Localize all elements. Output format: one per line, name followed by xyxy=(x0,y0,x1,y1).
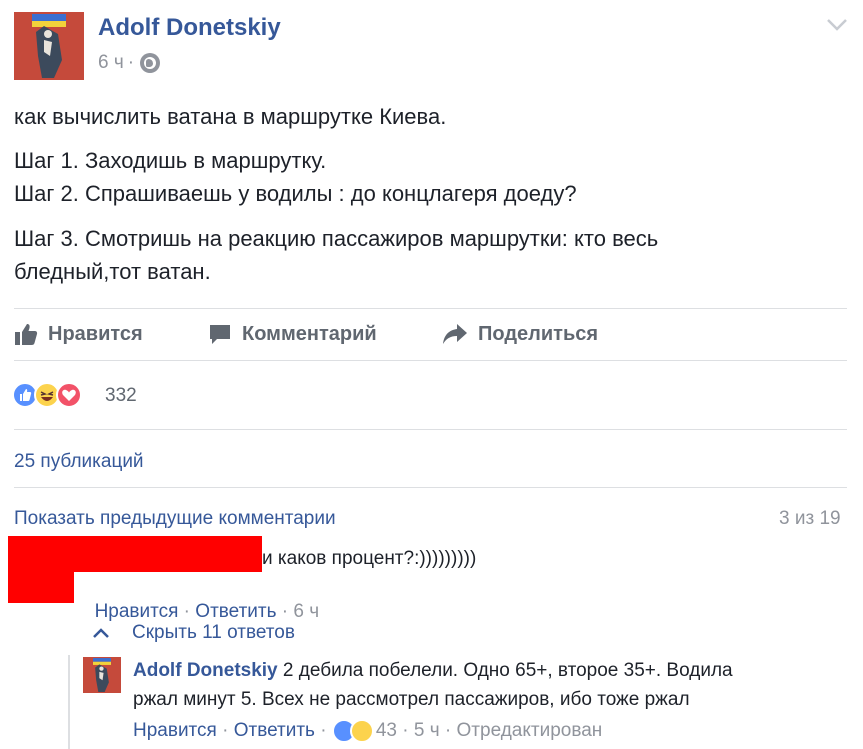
post-paragraph: Шаг 3. Смотришь на реакцию пассажиров ма… xyxy=(14,226,659,284)
divider xyxy=(14,487,847,488)
post-meta: 6 ч · xyxy=(98,52,161,74)
redacted-avatar xyxy=(8,536,74,603)
share-arrow-icon xyxy=(443,324,467,344)
author-avatar[interactable] xyxy=(14,12,84,80)
reply-author[interactable]: Adolf Donetskiy xyxy=(133,660,278,681)
like-label: Нравится xyxy=(48,322,143,345)
globe-icon xyxy=(140,53,161,73)
thumbs-up-icon xyxy=(15,324,38,345)
reply-actions: Нравится · Ответить · 43 · 5 ч · Отредак… xyxy=(133,719,603,749)
hide-replies-label: Скрыть 11 ответов xyxy=(132,622,295,643)
share-label: Поделиться xyxy=(478,322,599,345)
like-button[interactable]: Нравится xyxy=(14,318,143,350)
share-button[interactable]: Поделиться xyxy=(442,318,598,350)
comment-like-button[interactable]: Нравится xyxy=(95,601,179,622)
post-author[interactable]: Adolf Donetskiy xyxy=(98,14,281,42)
redacted-name xyxy=(74,536,262,572)
chevron-down-icon[interactable] xyxy=(826,18,848,32)
meta-separator: · xyxy=(127,52,135,73)
divider xyxy=(14,360,847,361)
reply-thread-line xyxy=(68,655,70,749)
comment-time[interactable]: 6 ч xyxy=(293,601,319,622)
reply-author-avatar[interactable] xyxy=(83,657,121,693)
chevron-up-icon xyxy=(93,628,109,638)
hide-replies-link[interactable]: Скрыть 11 ответов xyxy=(92,622,295,644)
show-previous-comments[interactable]: Показать предыдущие комментарии xyxy=(14,508,336,530)
love-reaction-icon xyxy=(56,382,82,408)
reply-time[interactable]: 5 ч xyxy=(414,720,440,742)
comment-actions: Нравится · Ответить · 6 ч xyxy=(94,601,320,622)
comment-reply-button[interactable]: Ответить xyxy=(195,601,276,622)
edited-label[interactable]: Отредактирован xyxy=(457,720,603,742)
reply-text-line2: ржал минут 5. Всех не рассмотрел пассажи… xyxy=(133,689,690,710)
reaction-count[interactable]: 332 xyxy=(105,385,137,407)
comment-button[interactable]: Комментарий xyxy=(208,318,377,350)
post-paragraph: Шаг 1. Заходишь в маршрутку. Шаг 2. Спра… xyxy=(14,148,577,206)
reply-text-line1: 2 дебила побелели. Одно 65+, второе 35+.… xyxy=(282,660,733,681)
comment-label: Комментарий xyxy=(242,322,377,345)
post-paragraph: как вычислить ватана в маршрутке Киева. xyxy=(14,104,447,129)
comments-counter: 3 из 19 xyxy=(779,508,841,529)
comment-text: и каков процент?:))))))))) xyxy=(262,548,477,569)
reply-like-button[interactable]: Нравится xyxy=(133,720,217,742)
divider xyxy=(14,308,847,309)
reply-reply-button[interactable]: Ответить xyxy=(234,720,315,742)
reply-reaction-count[interactable]: 43 xyxy=(376,720,397,742)
divider xyxy=(14,429,847,430)
shares-link[interactable]: 25 публикаций xyxy=(14,451,144,473)
reply-reactions[interactable] xyxy=(331,719,378,749)
speech-bubble-icon xyxy=(210,325,230,344)
reactions-summary[interactable] xyxy=(12,382,102,410)
haha-reaction-icon xyxy=(349,719,374,743)
reply-body: Adolf Donetskiy 2 дебила побелели. Одно … xyxy=(133,656,733,685)
post-time[interactable]: 6 ч xyxy=(98,52,124,74)
